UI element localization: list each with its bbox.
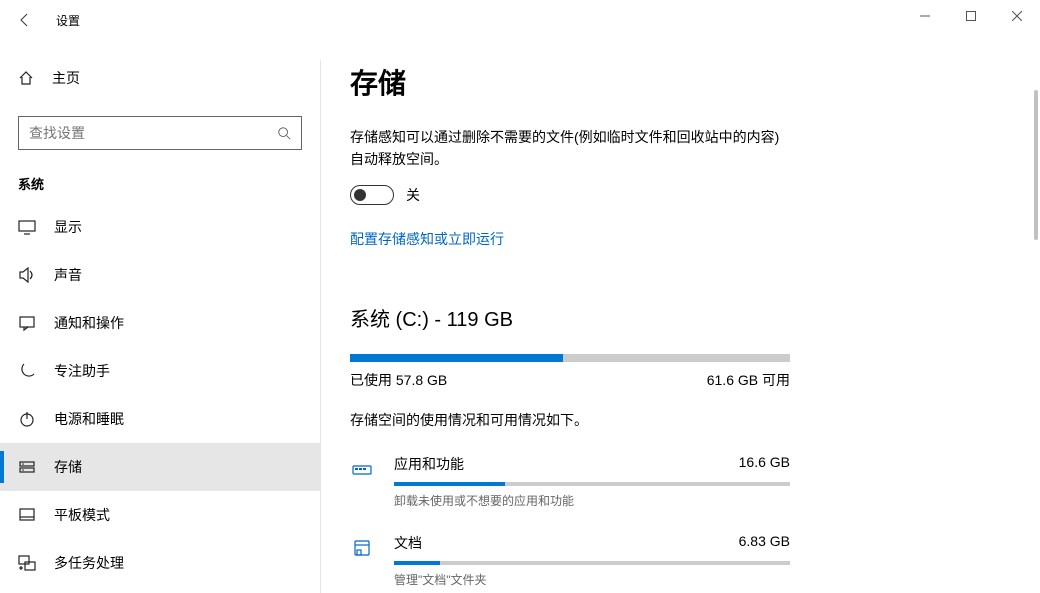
category-bar xyxy=(394,561,790,565)
docs-icon xyxy=(350,536,374,560)
category-size: 6.83 GB xyxy=(739,533,790,553)
sidebar-item-label: 专注助手 xyxy=(54,361,110,381)
sidebar: 主页 系统 显示声音通知和操作专注助手电源和睡眠存储平板模式多任务处理 xyxy=(0,40,320,593)
category-fill xyxy=(394,482,505,486)
maximize-button[interactable] xyxy=(948,0,994,32)
toggle-state-label: 关 xyxy=(406,185,420,205)
minimize-icon xyxy=(920,11,930,21)
drive-free-label: 61.6 GB 可用 xyxy=(707,370,790,390)
storage-sense-description: 存储感知可以通过删除不需要的文件(例如临时文件和回收站中的内容)自动释放空间。 xyxy=(350,126,790,171)
storage-icon xyxy=(18,458,36,476)
sidebar-item-tablet[interactable]: 平板模式 xyxy=(0,491,320,539)
toggle-knob xyxy=(354,189,366,201)
category-name: 文档 xyxy=(394,533,422,553)
sidebar-nav: 显示声音通知和操作专注助手电源和睡眠存储平板模式多任务处理 xyxy=(0,203,320,587)
category-hint: 管理"文档"文件夹 xyxy=(394,571,790,588)
sidebar-item-label: 多任务处理 xyxy=(54,553,124,573)
search-icon xyxy=(267,117,301,149)
sidebar-item-multitask[interactable]: 多任务处理 xyxy=(0,539,320,587)
back-button[interactable] xyxy=(10,5,40,35)
sidebar-item-label: 显示 xyxy=(54,217,82,237)
multitask-icon xyxy=(18,554,36,572)
focus-icon xyxy=(18,362,36,380)
sidebar-item-label: 声音 xyxy=(54,265,82,285)
sidebar-item-label: 通知和操作 xyxy=(54,313,124,333)
category-bar xyxy=(394,482,790,486)
sidebar-item-display[interactable]: 显示 xyxy=(0,203,320,251)
power-icon xyxy=(18,410,36,428)
arrow-left-icon xyxy=(17,12,33,28)
drive-used-label: 已使用 57.8 GB xyxy=(350,370,447,390)
page-title: 存储 xyxy=(350,62,1000,102)
display-icon xyxy=(18,218,36,236)
drive-usage-fill xyxy=(350,354,563,362)
category-fill xyxy=(394,561,440,565)
sound-icon xyxy=(18,266,36,284)
category-hint: 卸载未使用或不想要的应用和功能 xyxy=(394,492,790,509)
sidebar-item-notifications[interactable]: 通知和操作 xyxy=(0,299,320,347)
storage-sense-toggle[interactable] xyxy=(350,185,394,205)
sidebar-item-sound[interactable]: 声音 xyxy=(0,251,320,299)
usage-description: 存储空间的使用情况和可用情况如下。 xyxy=(350,410,1000,430)
sidebar-item-label: 平板模式 xyxy=(54,505,110,525)
drive-usage-bar xyxy=(350,354,790,362)
search-box[interactable] xyxy=(18,116,302,150)
search-input[interactable] xyxy=(19,117,267,149)
sidebar-item-power[interactable]: 电源和睡眠 xyxy=(0,395,320,443)
tablet-icon xyxy=(18,506,36,524)
close-button[interactable] xyxy=(994,0,1040,32)
drive-title: 系统 (C:) - 119 GB xyxy=(350,303,1000,332)
sidebar-home-label: 主页 xyxy=(52,68,80,88)
sidebar-item-focus[interactable]: 专注助手 xyxy=(0,347,320,395)
scrollbar[interactable] xyxy=(1034,90,1038,240)
minimize-button[interactable] xyxy=(902,0,948,32)
storage-category[interactable]: 应用和功能 16.6 GB 卸载未使用或不想要的应用和功能 xyxy=(350,454,790,509)
home-icon xyxy=(18,70,34,86)
notifications-icon xyxy=(18,314,36,332)
apps-icon xyxy=(350,457,374,481)
category-size: 16.6 GB xyxy=(739,454,790,474)
sidebar-item-storage[interactable]: 存储 xyxy=(0,443,320,491)
window-title: 设置 xyxy=(56,12,80,29)
sidebar-item-label: 电源和睡眠 xyxy=(54,409,124,429)
close-icon xyxy=(1012,11,1022,21)
category-name: 应用和功能 xyxy=(394,454,464,474)
sidebar-home[interactable]: 主页 xyxy=(0,58,320,98)
storage-category[interactable]: 文档 6.83 GB 管理"文档"文件夹 xyxy=(350,533,790,588)
sidebar-item-label: 存储 xyxy=(54,457,82,477)
configure-storage-sense-link[interactable]: 配置存储感知或立即运行 xyxy=(350,229,504,249)
maximize-icon xyxy=(966,11,976,21)
main-content: 存储 存储感知可以通过删除不需要的文件(例如临时文件和回收站中的内容)自动释放空… xyxy=(320,40,1040,593)
sidebar-section-title: 系统 xyxy=(0,156,320,203)
